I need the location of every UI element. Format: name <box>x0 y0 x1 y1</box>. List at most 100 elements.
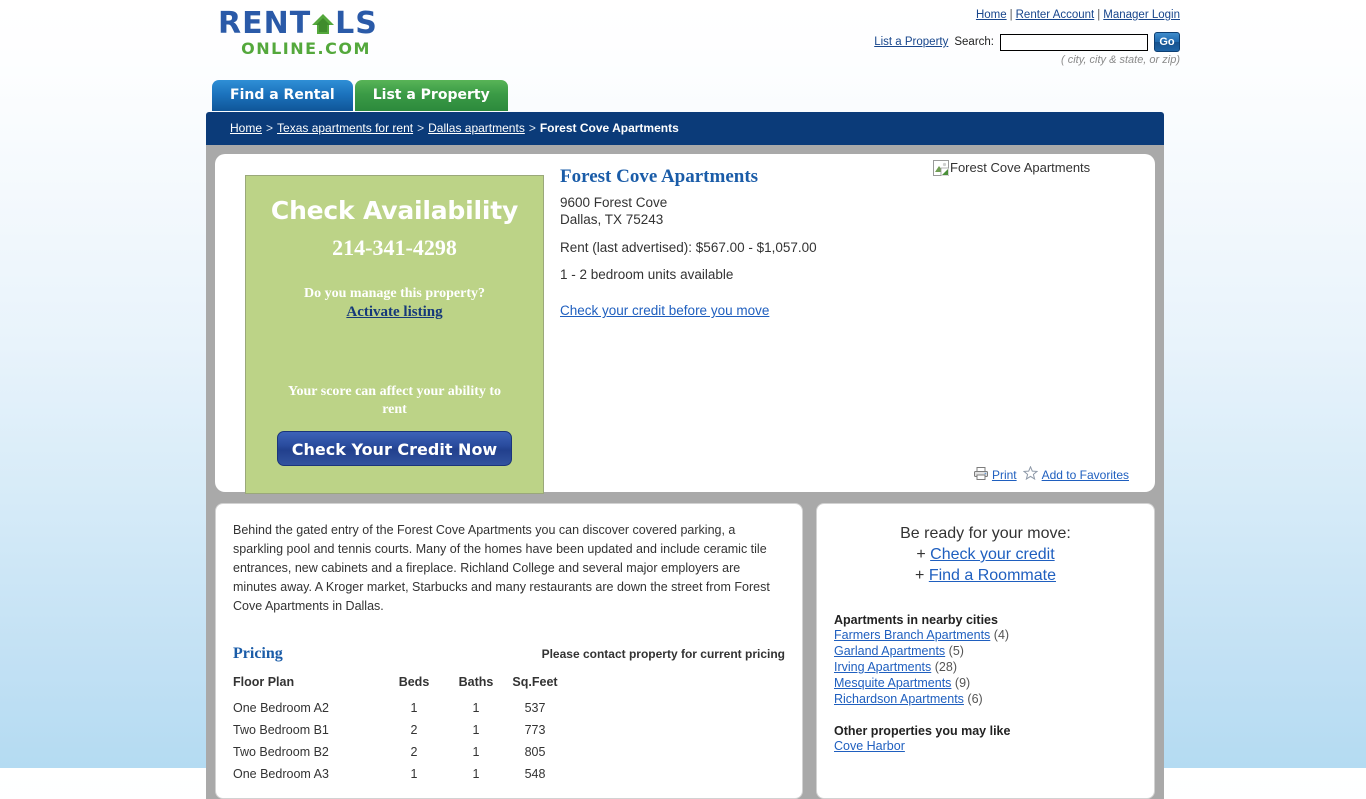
print-tool[interactable]: Print <box>973 466 1017 483</box>
cell-baths: 1 <box>472 745 480 759</box>
property-photo: Forest Cove Apartments <box>933 160 1090 177</box>
favorites-tool[interactable]: Add to Favorites <box>1022 465 1129 483</box>
nearby-link-mesquite[interactable]: Mesquite Apartments <box>834 676 951 690</box>
pricing-header: Pricing Please contact property for curr… <box>233 645 785 663</box>
credit-score-note: Your score can affect your ability to re… <box>287 384 502 417</box>
property-details: Forest Cove Apartments 9600 Forest Cove … <box>560 166 980 318</box>
logo-wordmark: RENT LS <box>218 8 398 40</box>
ready-item-roommate: + Find a Roommate <box>834 567 1137 585</box>
content-container: Home > Texas apartments for rent > Dallas ap… <box>206 112 1164 799</box>
nearby-count-irving: (28) <box>934 660 957 674</box>
logo-tagline: ONLINE.COM <box>241 39 371 58</box>
property-rent: Rent (last advertised): $567.00 - $1,057… <box>560 240 817 255</box>
breadcrumb-item-texas[interactable]: Texas apartments for rent <box>277 121 413 135</box>
breadcrumb-separator-3: > <box>528 121 536 135</box>
table-row: Two Bedroom B1 2 1 773 <box>233 719 563 741</box>
property-summary-panel: Check Availability 214-341-4298 Do you m… <box>215 154 1155 494</box>
cell-beds: 1 <box>410 767 418 781</box>
find-a-roommate-link[interactable]: Find a Roommate <box>929 567 1056 584</box>
search-input[interactable] <box>1000 33 1148 51</box>
other-property-link[interactable]: Cove Harbor <box>834 739 905 753</box>
nearby-count-richardson: (6) <box>967 692 983 706</box>
be-ready-title: Be ready for your move: <box>900 525 1071 542</box>
cell-sqft: 548 <box>524 767 546 781</box>
nearby-city-row: Richardson Apartments (6) <box>834 691 1137 707</box>
nearby-city-row: Garland Apartments (5) <box>834 643 1137 659</box>
search-bar: List a Property Search: Go <box>874 32 1180 52</box>
property-address-line2: Dallas, TX 75243 <box>560 212 664 227</box>
nearby-link-farmers-branch[interactable]: Farmers Branch Apartments <box>834 628 990 642</box>
check-availability-title: Check Availability <box>270 196 519 225</box>
cell-beds: 1 <box>410 701 418 715</box>
cell-sqft: 773 <box>524 723 546 737</box>
search-go-button[interactable]: Go <box>1154 32 1180 52</box>
cell-baths: 1 <box>472 723 480 737</box>
other-property-row: Cove Harbor <box>834 738 1137 754</box>
bullet-plus: + <box>916 546 926 563</box>
check-credit-before-move-link[interactable]: Check your credit before you move <box>560 303 769 318</box>
nearby-city-row: Mesquite Apartments (9) <box>834 675 1137 691</box>
column-baths: Baths <box>458 675 494 689</box>
check-your-credit-link[interactable]: Check your credit <box>930 546 1055 563</box>
bullet-plus: + <box>915 567 925 584</box>
column-floor-plan: Floor Plan <box>233 675 295 689</box>
check-your-credit-now-button[interactable]: Check Your Credit Now <box>277 431 512 466</box>
manage-property-question: Do you manage this property? <box>304 286 485 301</box>
nav-link-renter-account[interactable]: Renter Account <box>1016 9 1095 21</box>
breadcrumb-separator-2: > <box>417 121 425 135</box>
page-tools: Print Add to Favorites <box>973 465 1129 483</box>
nearby-count-garland: (5) <box>948 644 964 658</box>
search-label: Search: <box>954 36 994 48</box>
gray-frame: Check Availability 214-341-4298 Do you m… <box>206 145 1164 799</box>
nav-link-home[interactable]: Home <box>976 9 1007 21</box>
nav-link-manager-login[interactable]: Manager Login <box>1103 9 1180 21</box>
cell-plan: One Bedroom A3 <box>233 767 329 781</box>
ready-item-credit: + Check your credit <box>834 546 1137 564</box>
nav-separator-2: | <box>1097 9 1101 21</box>
cell-sqft: 805 <box>524 745 546 759</box>
other-properties-title: Other properties you may like <box>834 724 1011 738</box>
site-logo[interactable]: RENT LS ONLINE.COM <box>218 8 398 58</box>
logo-text-ls: LS <box>335 6 378 41</box>
nearby-count-mesquite: (9) <box>954 676 971 690</box>
add-to-favorites-link[interactable]: Add to Favorites <box>1042 468 1129 482</box>
activate-listing-link[interactable]: Activate listing <box>346 304 442 321</box>
nearby-link-richardson[interactable]: Richardson Apartments <box>834 692 964 706</box>
breadcrumb-separator-1: > <box>266 121 274 135</box>
description-panel: Behind the gated entry of the Forest Cov… <box>215 503 803 799</box>
pricing-table: Floor Plan Beds Baths Sq.Feet One Bedroo… <box>233 675 563 785</box>
breadcrumb-item-current: Forest Cove Apartments <box>539 121 679 135</box>
pricing-header-row: Floor Plan Beds Baths Sq.Feet <box>233 675 563 697</box>
property-units: 1 - 2 bedroom units available <box>560 267 734 282</box>
nearby-city-row: Farmers Branch Apartments (4) <box>834 627 1137 643</box>
detail-columns: Behind the gated entry of the Forest Cov… <box>215 503 1155 799</box>
cell-beds: 2 <box>410 745 418 759</box>
top-nav: Home | Renter Account | Manager Login <box>976 9 1180 21</box>
property-name: Forest Cove Apartments <box>560 166 759 187</box>
site-header: RENT LS ONLINE.COM Home | Renter Account | Ma… <box>0 0 1366 70</box>
nearby-link-irving[interactable]: Irving Apartments <box>834 660 931 674</box>
table-row: One Bedroom A2 1 1 537 <box>233 697 563 719</box>
print-link[interactable]: Print <box>992 468 1017 482</box>
tab-find-a-rental[interactable]: Find a Rental <box>212 80 353 111</box>
cell-baths: 1 <box>472 767 480 781</box>
list-a-property-link[interactable]: List a Property <box>874 36 948 48</box>
table-row: Two Bedroom B2 2 1 805 <box>233 741 563 763</box>
property-phone: 214-341-4298 <box>332 235 457 260</box>
broken-image-icon <box>933 160 950 177</box>
breadcrumb-item-dallas[interactable]: Dallas apartments <box>428 121 525 135</box>
column-beds: Beds <box>398 675 430 689</box>
table-row: One Bedroom A3 1 1 548 <box>233 763 563 785</box>
cell-baths: 1 <box>472 701 480 715</box>
property-description: Behind the gated entry of the Forest Cov… <box>233 523 770 613</box>
sidebar-panel: Be ready for your move: + Check your cre… <box>816 503 1155 799</box>
tab-list-a-property[interactable]: List a Property <box>354 80 508 111</box>
breadcrumb-item-home[interactable]: Home <box>230 121 262 135</box>
nearby-cities-title: Apartments in nearby cities <box>834 613 998 627</box>
property-address-line1: 9600 Forest Cove <box>560 195 668 210</box>
printer-icon <box>973 466 988 483</box>
star-icon <box>1022 465 1038 483</box>
nearby-count-farmers-branch: (4) <box>993 628 1010 642</box>
nearby-city-row: Irving Apartments (28) <box>834 659 1137 675</box>
nearby-link-garland[interactable]: Garland Apartments <box>834 644 945 658</box>
